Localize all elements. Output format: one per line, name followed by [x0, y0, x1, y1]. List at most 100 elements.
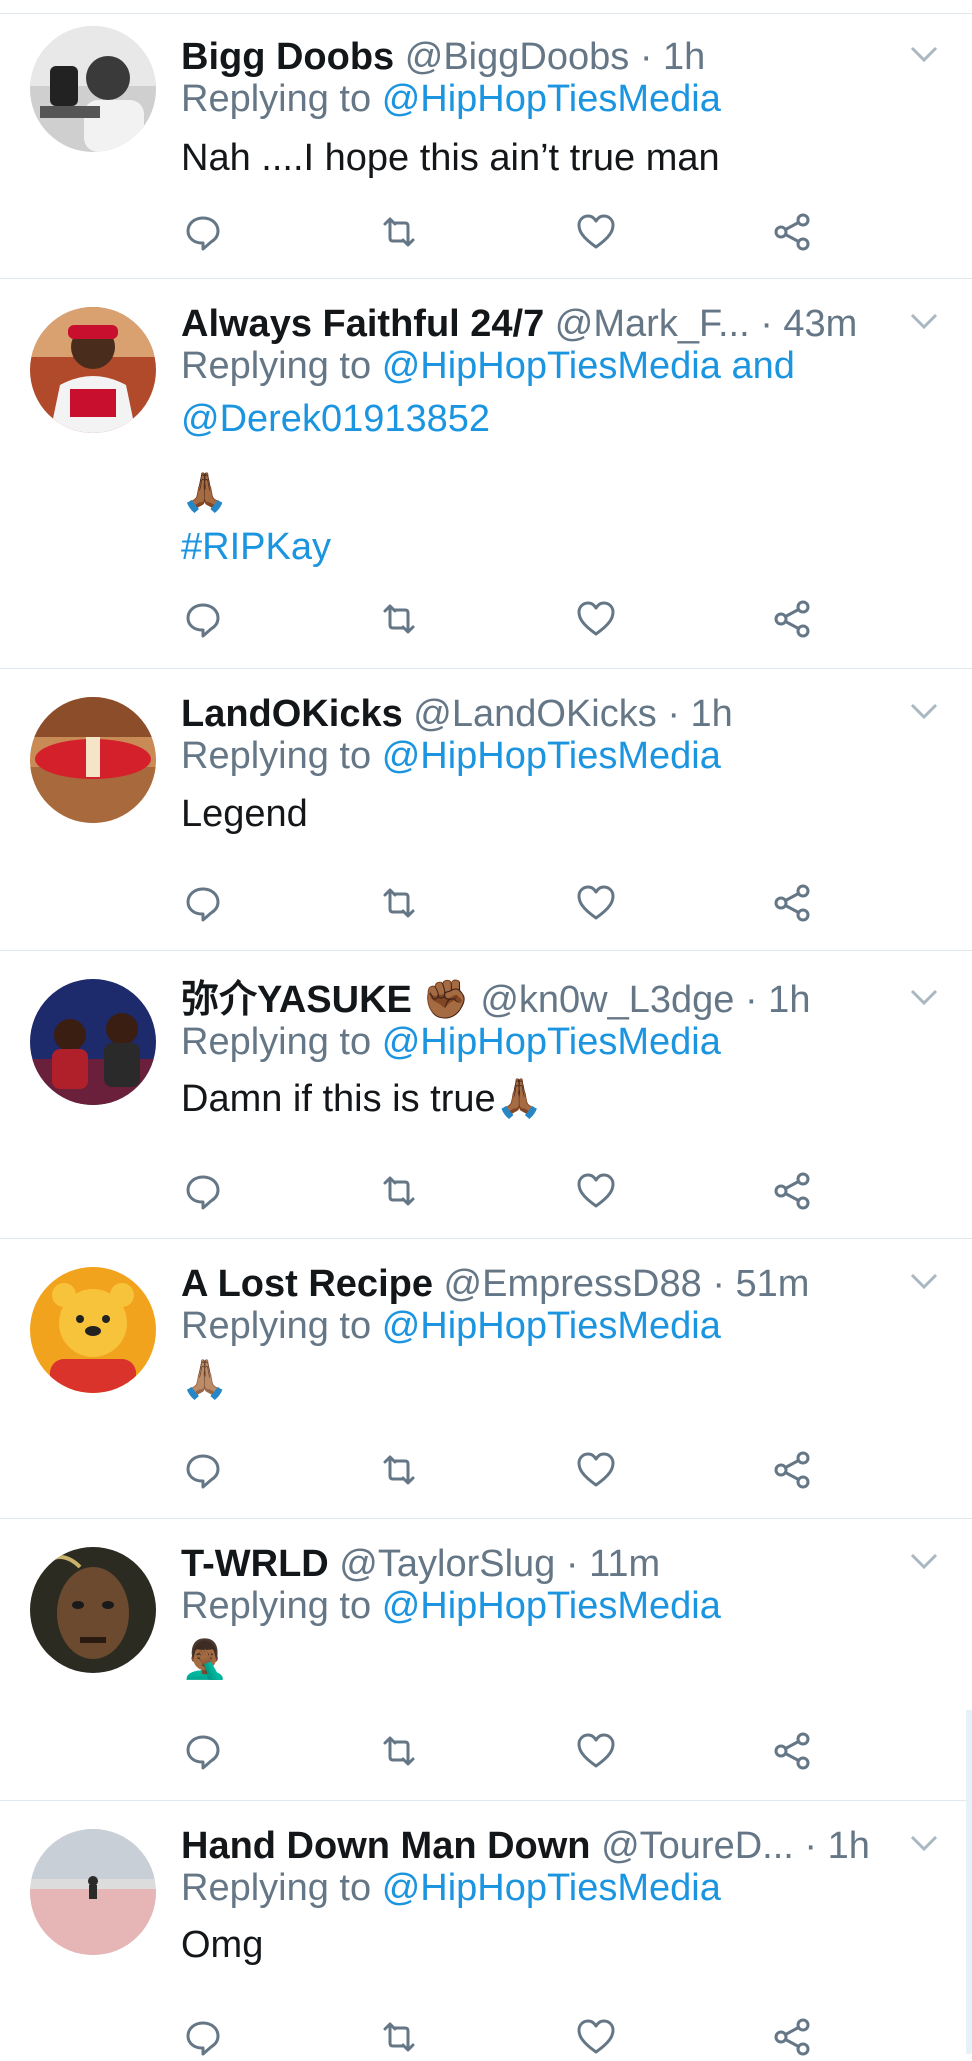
chevron-down-icon[interactable] [906, 1825, 942, 1861]
replying-to-label: Replying to [181, 1021, 372, 1063]
tweet-text: 🤦🏾‍♂️ [181, 1639, 229, 1681]
tweet-actions [0, 1729, 972, 1775]
user-handle[interactable]: @EmpressD88 [444, 1263, 702, 1305]
hashtag-link[interactable]: #RIPKay [181, 521, 912, 574]
mention-conjunction: and [731, 345, 795, 387]
share-icon[interactable] [770, 881, 814, 925]
mention-link[interactable]: @HipHopTiesMedia [382, 78, 721, 120]
scrollbar[interactable] [966, 1710, 972, 2054]
mention-link[interactable]: @HipHopTiesMedia [382, 735, 721, 777]
avatar[interactable] [30, 697, 156, 823]
share-icon[interactable] [770, 1169, 814, 1213]
reply-icon[interactable] [181, 1729, 225, 1773]
tweet-actions [0, 210, 972, 256]
avatar[interactable] [30, 1267, 156, 1393]
share-icon[interactable] [770, 597, 814, 641]
chevron-down-icon[interactable] [906, 693, 942, 729]
heart-icon[interactable] [574, 881, 618, 925]
tweet-text: 🙏🏾 [181, 472, 229, 514]
retweet-icon[interactable] [377, 210, 421, 254]
mention-link[interactable]: @HipHopTiesMedia [382, 1305, 721, 1347]
tweet[interactable]: A Lost Recipe @EmpressD88 · 51m Replying… [0, 1239, 972, 1519]
chevron-down-icon[interactable] [906, 36, 942, 72]
tweet[interactable]: Hand Down Man Down @ToureD... · 1h Reply… [0, 1801, 972, 2056]
replying-to-label: Replying to [181, 78, 372, 120]
timestamp[interactable]: · 1h [640, 36, 705, 78]
tweet[interactable]: T-WRLD @TaylorSlug · 11m Replying to @Hi… [0, 1519, 972, 1801]
mention-link[interactable]: @HipHopTiesMedia [382, 1585, 721, 1627]
retweet-icon[interactable] [377, 1448, 421, 1492]
user-handle[interactable]: @ToureD... [601, 1825, 794, 1867]
chevron-down-icon[interactable] [906, 303, 942, 339]
share-icon[interactable] [770, 1448, 814, 1492]
share-icon[interactable] [770, 210, 814, 254]
mention-link[interactable]: @HipHopTiesMedia [382, 345, 721, 387]
heart-icon[interactable] [574, 210, 618, 254]
display-name[interactable]: A Lost Recipe [181, 1263, 433, 1305]
reply-icon[interactable] [181, 2015, 225, 2059]
user-handle[interactable]: @TaylorSlug [339, 1543, 555, 1585]
reply-icon[interactable] [181, 881, 225, 925]
tweet[interactable]: 弥介YASUKE ✊🏾 @kn0w_L3dge · 1h Replying to… [0, 951, 972, 1239]
tweet[interactable]: Always Faithful 24/7 @Mark_F... · 43m Re… [0, 279, 972, 669]
retweet-icon[interactable] [377, 2015, 421, 2059]
user-handle[interactable]: @kn0w_L3dge [480, 979, 734, 1021]
heart-icon[interactable] [574, 1448, 618, 1492]
replying-to-label: Replying to [181, 1305, 372, 1347]
chevron-down-icon[interactable] [906, 979, 942, 1015]
tweet[interactable]: LandOKicks @LandOKicks · 1h Replying to … [0, 669, 972, 951]
retweet-icon[interactable] [377, 1169, 421, 1213]
user-handle[interactable]: @Mark_F... [555, 303, 750, 345]
display-name[interactable]: Bigg Doobs [181, 36, 394, 78]
heart-icon[interactable] [574, 1169, 618, 1213]
tweet[interactable]: Bigg Doobs @BiggDoobs · 1h Replying to @… [0, 14, 972, 279]
share-icon[interactable] [770, 1729, 814, 1773]
replying-to-label: Replying to [181, 1585, 372, 1627]
timestamp[interactable]: · 51m [712, 1263, 809, 1305]
user-handle[interactable]: @BiggDoobs [405, 36, 629, 78]
mention-link[interactable]: @Derek01913852 [181, 398, 490, 440]
avatar[interactable] [30, 1547, 156, 1673]
retweet-icon[interactable] [377, 881, 421, 925]
display-name[interactable]: T-WRLD [181, 1543, 329, 1585]
timestamp[interactable]: · 1h [667, 693, 732, 735]
tweet-actions [0, 2015, 972, 2061]
display-name[interactable]: Hand Down Man Down [181, 1825, 591, 1867]
user-handle[interactable]: @LandOKicks [413, 693, 656, 735]
retweet-icon[interactable] [377, 597, 421, 641]
timestamp[interactable]: · 1h [804, 1825, 869, 1867]
retweet-icon[interactable] [377, 1729, 421, 1773]
heart-icon[interactable] [574, 1729, 618, 1773]
replying-to: Replying to @HipHopTiesMedia [181, 1300, 912, 1353]
mention-link[interactable]: @HipHopTiesMedia [382, 1867, 721, 1909]
display-name[interactable]: Always Faithful 24/7 [181, 303, 544, 345]
chevron-down-icon[interactable] [906, 1263, 942, 1299]
tweet-text: Legend [181, 793, 308, 835]
chevron-down-icon[interactable] [906, 1543, 942, 1579]
reply-icon[interactable] [181, 210, 225, 254]
reply-icon[interactable] [181, 1448, 225, 1492]
display-name[interactable]: 弥介YASUKE ✊🏾 [181, 979, 470, 1021]
avatar[interactable] [30, 1829, 156, 1955]
tweet-actions [0, 881, 972, 927]
tweet-actions [0, 1448, 972, 1494]
timestamp[interactable]: · 1h [745, 979, 810, 1021]
avatar[interactable] [30, 307, 156, 433]
replying-to-label: Replying to [181, 735, 372, 777]
tweet-text: Omg [181, 1924, 264, 1966]
display-name[interactable]: LandOKicks [181, 693, 403, 735]
reply-icon[interactable] [181, 597, 225, 641]
timestamp[interactable]: · 43m [760, 303, 857, 345]
reply-icon[interactable] [181, 1169, 225, 1213]
timestamp[interactable]: · 11m [566, 1543, 660, 1585]
avatar[interactable] [30, 979, 156, 1105]
replying-to: Replying to @HipHopTiesMedia [181, 730, 912, 783]
avatar[interactable] [30, 26, 156, 152]
share-icon[interactable] [770, 2015, 814, 2059]
mention-link[interactable]: @HipHopTiesMedia [382, 1021, 721, 1063]
heart-icon[interactable] [574, 2015, 618, 2059]
heart-icon[interactable] [574, 597, 618, 641]
replying-to: Replying to @HipHopTiesMedia [181, 1862, 912, 1915]
replying-to: Replying to @HipHopTiesMedia and @Derek0… [181, 340, 912, 446]
replying-to: Replying to @HipHopTiesMedia [181, 1580, 912, 1633]
